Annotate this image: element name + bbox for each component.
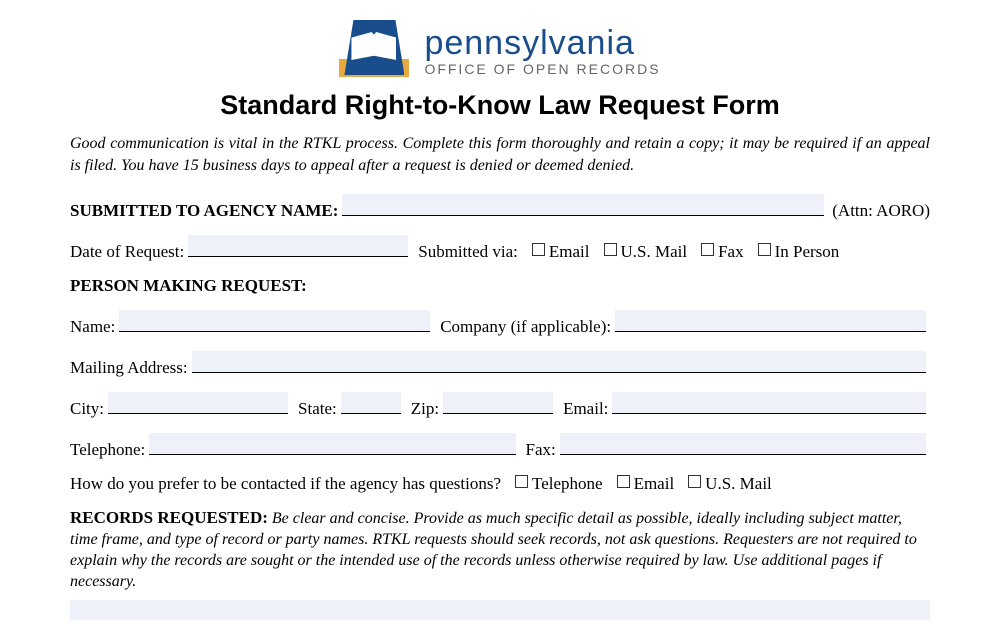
option-inperson: In Person (775, 242, 840, 262)
fax-field[interactable] (560, 433, 926, 455)
zip-label: Zip: (411, 399, 439, 419)
email-label: Email: (563, 399, 608, 419)
date-field[interactable] (188, 235, 408, 257)
checkbox-pref-telephone[interactable] (515, 475, 528, 488)
records-requested-field[interactable] (70, 600, 930, 620)
company-field[interactable] (615, 310, 926, 332)
telephone-field[interactable] (149, 433, 515, 455)
brand-text: pennsylvania OFFICE OF OPEN RECORDS (424, 24, 660, 77)
zip-field[interactable] (443, 392, 553, 414)
records-block: RECORDS REQUESTED: Be clear and concise.… (70, 508, 930, 592)
mailing-label: Mailing Address: (70, 358, 188, 378)
agency-name-field[interactable] (342, 194, 824, 216)
option-usmail: U.S. Mail (621, 242, 688, 262)
pa-keystone-logo (339, 20, 409, 80)
email-field[interactable] (612, 392, 926, 414)
telephone-label: Telephone: (70, 440, 145, 460)
contact-pref-row: How do you prefer to be contacted if the… (70, 474, 930, 494)
attn-text: (Attn: AORO) (832, 201, 930, 221)
name-field[interactable] (119, 310, 430, 332)
city-state-zip-email-row: City: State: Zip: Email: (70, 392, 930, 419)
date-label: Date of Request: (70, 242, 184, 262)
intro-text: Good communication is vital in the RTKL … (70, 133, 930, 176)
pref-telephone: Telephone (532, 474, 603, 494)
brand-name: pennsylvania (424, 24, 660, 63)
contact-pref-question: How do you prefer to be contacted if the… (70, 474, 501, 494)
checkbox-email[interactable] (532, 243, 545, 256)
fax-label: Fax: (526, 440, 556, 460)
submitted-via-label: Submitted via: (418, 242, 518, 262)
state-label: State: (298, 399, 337, 419)
name-label: Name: (70, 317, 115, 337)
agency-row: SUBMITTED TO AGENCY NAME: (Attn: AORO) (70, 194, 930, 221)
checkbox-usmail[interactable] (604, 243, 617, 256)
checkbox-pref-usmail[interactable] (688, 475, 701, 488)
option-fax: Fax (718, 242, 744, 262)
mailing-field[interactable] (192, 351, 926, 373)
city-label: City: (70, 399, 104, 419)
header: pennsylvania OFFICE OF OPEN RECORDS (70, 20, 930, 80)
pref-email: Email (634, 474, 675, 494)
telephone-fax-row: Telephone: Fax: (70, 433, 930, 460)
checkbox-pref-email[interactable] (617, 475, 630, 488)
agency-label: SUBMITTED TO AGENCY NAME: (70, 201, 338, 221)
option-email: Email (549, 242, 590, 262)
checkbox-inperson[interactable] (758, 243, 771, 256)
city-field[interactable] (108, 392, 288, 414)
name-company-row: Name: Company (if applicable): (70, 310, 930, 337)
state-field[interactable] (341, 392, 401, 414)
form-title: Standard Right-to-Know Law Request Form (70, 90, 930, 121)
company-label: Company (if applicable): (440, 317, 611, 337)
person-heading: PERSON MAKING REQUEST: (70, 276, 307, 296)
pref-usmail: U.S. Mail (705, 474, 772, 494)
date-submitted-row: Date of Request: Submitted via: Email U.… (70, 235, 930, 262)
records-label: RECORDS REQUESTED: (70, 508, 268, 527)
brand-subtitle: OFFICE OF OPEN RECORDS (424, 61, 660, 77)
checkbox-fax[interactable] (701, 243, 714, 256)
person-heading-row: PERSON MAKING REQUEST: (70, 276, 930, 296)
mailing-row: Mailing Address: (70, 351, 930, 378)
